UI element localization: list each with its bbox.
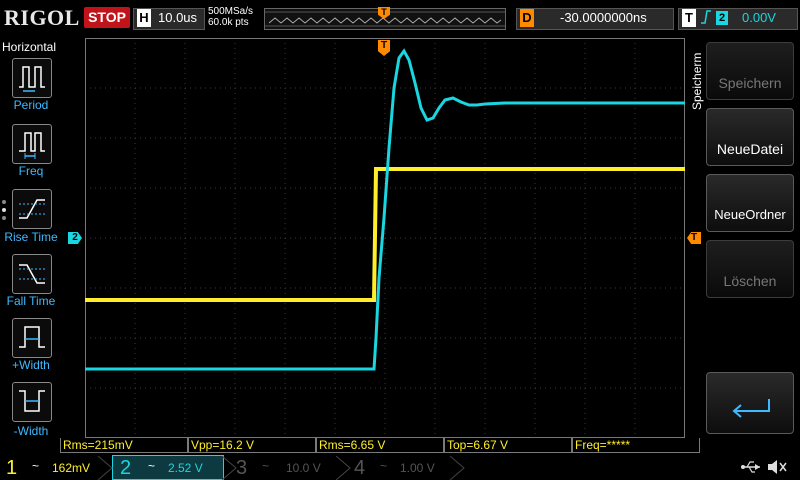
- ch2-coupling: ~: [148, 459, 156, 473]
- run-stop-status[interactable]: STOP: [84, 7, 130, 28]
- ch3-scale: 10.0 V: [286, 461, 321, 475]
- ch1-coupling: ~: [32, 459, 40, 473]
- ch1-scale: 162mV: [52, 461, 91, 475]
- negative-width-icon: [19, 390, 45, 412]
- loeschen-label: Löschen: [723, 273, 777, 289]
- ch4-coupling: ~: [380, 459, 388, 473]
- ch4-number[interactable]: 4: [354, 457, 365, 479]
- return-arrow-icon: [732, 399, 770, 418]
- delay-value: -30.0000000ns: [560, 10, 647, 25]
- speaker-muted-icon[interactable]: [766, 458, 788, 476]
- fall-time-icon: [19, 264, 45, 284]
- rise-time-icon: [19, 199, 45, 219]
- positive-width-label: +Width: [12, 358, 50, 372]
- loeschen-button[interactable]: Löschen: [706, 240, 794, 298]
- right-menu-title: Speicherm: [690, 42, 704, 112]
- freq-label: Freq: [18, 164, 44, 178]
- negative-width-button[interactable]: [12, 382, 52, 422]
- ch2-number[interactable]: 2: [120, 457, 131, 479]
- ch2-offset-marker[interactable]: 2: [68, 232, 82, 244]
- ch4-scale: 1.00 V: [400, 461, 435, 475]
- page-dot: [2, 216, 6, 220]
- neuedatei-button[interactable]: NeueDatei: [706, 108, 794, 166]
- timebase-label: H: [137, 9, 151, 27]
- ch1-separator: [98, 456, 113, 480]
- ch3-separator: [336, 456, 351, 480]
- usb-icon: [741, 461, 760, 473]
- measurement-rms-ch2: Rms=6.65 V: [316, 438, 444, 453]
- period-button[interactable]: [12, 58, 52, 98]
- speichern-label: Speichern: [718, 75, 782, 91]
- rise-time-button[interactable]: [12, 189, 52, 229]
- ch3-coupling: ~: [262, 459, 270, 473]
- neueordner-button[interactable]: NeueOrdner: [706, 174, 794, 232]
- negative-width-label: -Width: [13, 424, 49, 438]
- trigger-box[interactable]: [678, 8, 798, 30]
- measurement-freq: Freq=*****: [572, 438, 700, 453]
- period-label: Period: [13, 98, 49, 112]
- fall-time-button[interactable]: [12, 254, 52, 294]
- trigger-source: 2: [716, 11, 728, 25]
- ch1-number[interactable]: 1: [6, 457, 17, 479]
- trigger-level: 0.00V: [742, 10, 776, 25]
- neueordner-label: NeueOrdner: [714, 207, 786, 222]
- period-icon: [19, 66, 45, 92]
- measurement-top: Top=6.67 V: [444, 438, 572, 453]
- right-menu-title-text: Speicherm: [690, 52, 704, 110]
- brand-logo: RIGOL: [4, 5, 80, 30]
- graticule: [85, 38, 685, 438]
- memory-depth: 60.0k pts: [208, 17, 249, 28]
- return-button[interactable]: [706, 372, 794, 434]
- positive-width-icon: [19, 326, 45, 348]
- menu-title: Horizontal: [2, 40, 57, 54]
- measurement-vpp: Vpp=16.2 V: [188, 438, 316, 453]
- rise-time-label: Rise Time: [4, 230, 58, 244]
- sample-rate: 500MSa/s: [208, 6, 254, 17]
- positive-width-button[interactable]: [12, 318, 52, 358]
- rising-edge-icon: [700, 9, 712, 28]
- ch4-separator: [450, 456, 465, 480]
- ch2-scale: 2.52 V: [168, 461, 203, 475]
- ch2-separator: [222, 456, 237, 480]
- neuedatei-label: NeueDatei: [716, 141, 784, 157]
- trigger-label: T: [682, 9, 696, 27]
- measurement-rms-ch1: Rms=215mV: [60, 438, 188, 453]
- delay-label: D: [520, 9, 534, 27]
- fall-time-label: Fall Time: [6, 294, 56, 308]
- freq-button[interactable]: [12, 124, 52, 164]
- page-dot: [2, 200, 6, 204]
- freq-icon: [19, 132, 45, 159]
- waveform-display[interactable]: [85, 38, 685, 438]
- speichern-button[interactable]: Speichern: [706, 42, 794, 100]
- page-dot-active: [2, 208, 6, 212]
- timebase-value: 10.0us: [158, 10, 198, 25]
